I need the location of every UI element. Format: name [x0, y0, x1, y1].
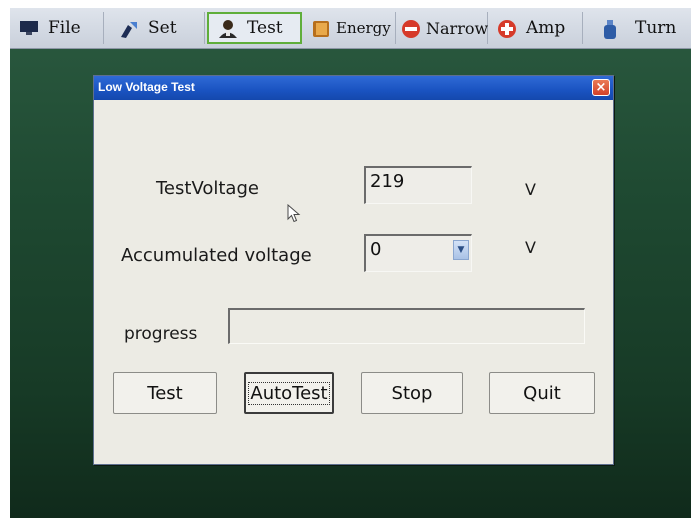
- dialog-title: Low Voltage Test: [98, 80, 195, 94]
- mouse-pointer-icon: [287, 203, 301, 228]
- menu-item-set[interactable]: Set: [104, 12, 205, 44]
- chevron-down-icon: ▼: [457, 245, 465, 255]
- progress-label: progress: [124, 324, 198, 344]
- minus-circle-icon: [400, 19, 422, 38]
- menu-item-label: Turn: [635, 18, 677, 38]
- autotest-button-label: AutoTest: [248, 381, 330, 405]
- person-icon: [217, 19, 239, 38]
- menu-item-label: Amp: [526, 18, 566, 38]
- close-button[interactable]: ×: [592, 79, 610, 96]
- monitor-icon: [18, 19, 40, 37]
- book-icon: [310, 19, 332, 37]
- accumulated-voltage-combobox[interactable]: 0 ▼: [364, 234, 472, 272]
- stop-button[interactable]: Stop: [361, 372, 463, 414]
- test-voltage-value: 219: [370, 171, 405, 192]
- menu-item-test[interactable]: Test: [207, 12, 302, 44]
- menu-item-label: Set: [148, 18, 177, 38]
- low-voltage-test-dialog: Low Voltage Test × TestVoltage 219 V Acc…: [93, 75, 614, 465]
- tools-icon: [118, 19, 140, 38]
- test-voltage-unit: V: [525, 180, 536, 199]
- menu-bar: File Set Test Energy Narrow Amp Turn: [10, 8, 691, 49]
- autotest-button[interactable]: AutoTest: [244, 372, 334, 414]
- accumulated-voltage-label: Accumulated voltage: [121, 245, 312, 266]
- quit-button[interactable]: Quit: [489, 372, 595, 414]
- test-voltage-label: TestVoltage: [156, 178, 259, 199]
- accumulated-voltage-value: 0: [370, 239, 382, 260]
- bottle-icon: [599, 19, 621, 39]
- quit-button-label: Quit: [523, 382, 561, 404]
- menu-item-narrow[interactable]: Narrow: [396, 12, 488, 44]
- test-button[interactable]: Test: [113, 372, 217, 414]
- menu-item-file[interactable]: File: [10, 12, 104, 44]
- close-icon: ×: [595, 80, 607, 95]
- progress-bar: [228, 308, 585, 344]
- menu-item-turn[interactable]: Turn: [583, 12, 691, 44]
- device-screen: File Set Test Energy Narrow Amp Turn Low…: [10, 8, 691, 518]
- menu-item-label: Narrow: [426, 18, 489, 38]
- menu-item-energy[interactable]: Energy: [304, 12, 396, 44]
- dialog-titlebar[interactable]: Low Voltage Test ×: [94, 76, 613, 100]
- stop-button-label: Stop: [391, 382, 433, 404]
- menu-item-label: Energy: [336, 19, 391, 37]
- test-button-label: Test: [147, 382, 183, 404]
- test-voltage-field[interactable]: 219: [364, 166, 472, 204]
- menu-item-label: File: [48, 18, 81, 38]
- plus-circle-icon: [496, 19, 518, 38]
- menu-item-amp[interactable]: Amp: [488, 12, 583, 44]
- menu-item-label: Test: [247, 18, 283, 38]
- dropdown-arrow-button[interactable]: ▼: [453, 240, 469, 260]
- accumulated-voltage-unit: V: [525, 238, 536, 257]
